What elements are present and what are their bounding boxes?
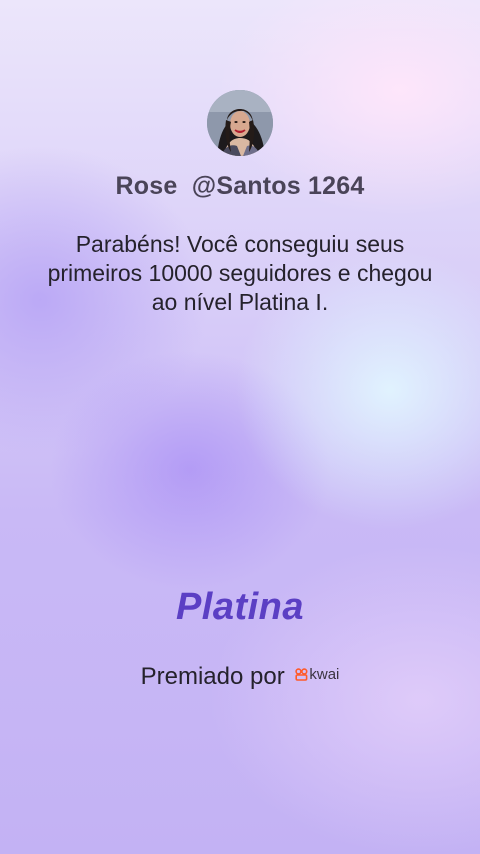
kwai-wordmark: kwai: [309, 666, 340, 684]
congratulation-message: Parabéns! Você conseguiu seus primeiros …: [47, 231, 433, 315]
kwai-logo-icon: [295, 668, 308, 681]
avatar-image: [207, 90, 273, 156]
tier-title: Platina: [175, 586, 305, 628]
profile-avatar: [207, 90, 273, 156]
awarded-by-label: Premiado por: [140, 663, 285, 690]
profile-username: Rose @Santos 1264: [115, 172, 365, 200]
kwai-logo: kwai: [295, 660, 339, 688]
awarded-by-line: Premiado por kwai: [0, 660, 480, 691]
